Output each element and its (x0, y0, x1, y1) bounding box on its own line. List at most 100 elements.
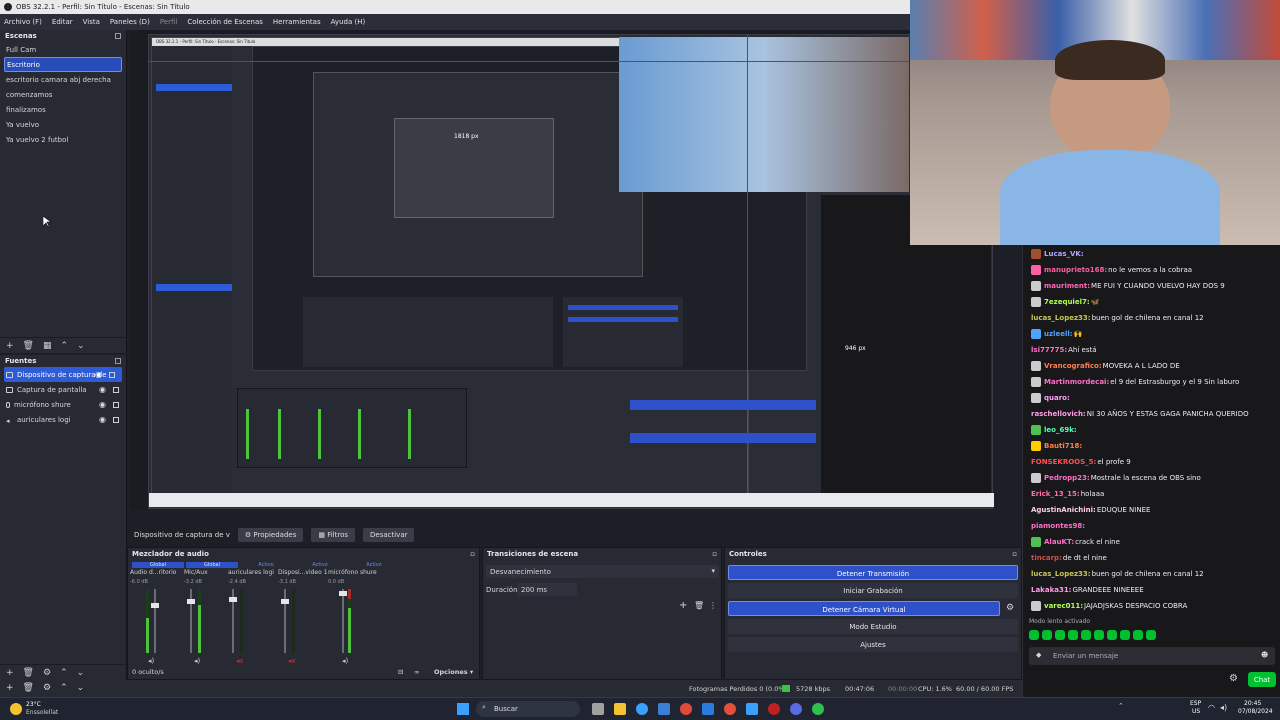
remove-scene-icon[interactable]: 🗑 (23, 341, 34, 351)
tab-active[interactable]: Activo (294, 562, 346, 568)
user-badge-icon[interactable] (1031, 329, 1041, 339)
stop-virtual-camera-button[interactable]: Detener Cámara Virtual (728, 601, 1000, 616)
user-badge-icon[interactable] (1031, 249, 1041, 259)
move-down-icon[interactable]: ⌄ (77, 341, 85, 351)
mixer-layout-icon[interactable]: ⊟ (398, 668, 403, 676)
remove-audio-icon[interactable]: 🗑 (23, 683, 34, 693)
settings-button[interactable]: Ajustes (728, 637, 1018, 652)
chat-username[interactable]: Lakaka31: (1031, 586, 1071, 594)
volume-slider[interactable] (339, 589, 347, 653)
chat-settings-gear-icon[interactable]: ⚙ (1229, 673, 1238, 684)
menu-coleccion[interactable]: Colección de Escenas (187, 18, 263, 30)
user-badge-icon[interactable] (1031, 297, 1041, 307)
remove-source-icon[interactable]: 🗑 (23, 668, 34, 678)
filters-button[interactable]: ▦ Filtros (311, 528, 355, 542)
chat-input[interactable]: Enviar un mensaje (1029, 647, 1275, 665)
user-badge-icon[interactable] (1031, 265, 1041, 275)
dock-undock-icon[interactable] (115, 33, 121, 39)
volume-slider[interactable] (229, 589, 237, 653)
add-scene-icon[interactable]: + (6, 341, 14, 351)
chat-username[interactable]: Pedropp23: (1044, 474, 1090, 482)
weather-sun-icon[interactable] (10, 703, 22, 715)
chat-username[interactable]: lsi77775: (1031, 346, 1067, 354)
tab-active[interactable]: Activo (240, 562, 292, 568)
volume-icon[interactable]: ◂) (1220, 703, 1227, 712)
deactivate-button[interactable]: Desactivar (363, 528, 415, 542)
visibility-eye-icon[interactable]: ◉ (95, 370, 102, 379)
user-badge-icon[interactable] (1031, 281, 1041, 291)
audio-settings-gear-icon[interactable]: ⚙ (43, 683, 51, 693)
visibility-eye-icon[interactable]: ◉ (99, 415, 106, 424)
scene-item-finalizamos[interactable]: finalizamos (0, 102, 126, 117)
tab-global[interactable]: Global (132, 562, 184, 568)
spotify-icon[interactable] (812, 703, 824, 715)
task-view-icon[interactable] (592, 703, 604, 715)
scene-item-escritorio[interactable]: Escritorio (4, 57, 122, 72)
chat-username[interactable]: Lucas_VK: (1044, 250, 1084, 258)
chat-username[interactable]: mauriment: (1044, 282, 1090, 290)
menu-ayuda[interactable]: Ayuda (H) (331, 18, 366, 30)
language-code[interactable]: ESP (1190, 700, 1201, 707)
chrome-icon[interactable] (724, 703, 736, 715)
visibility-eye-icon[interactable]: ◉ (99, 385, 106, 394)
taskbar-search[interactable]: Buscar (476, 701, 580, 717)
add-source-icon[interactable]: + (6, 668, 14, 678)
chat-username[interactable]: lucas_Lopez33: (1031, 570, 1091, 578)
chat-username[interactable]: Vrancografico: (1044, 362, 1102, 370)
mute-speaker-icon[interactable]: ◂x (288, 657, 296, 665)
user-badge-icon[interactable] (1031, 441, 1041, 451)
slider-knob[interactable] (187, 599, 195, 604)
properties-button[interactable]: ⚙ Propiedades (237, 528, 304, 542)
emote-icon[interactable] (1081, 630, 1091, 640)
add-audio-icon[interactable]: + (6, 683, 14, 693)
chat-username[interactable]: quaro: (1044, 394, 1070, 402)
volume-slider[interactable] (187, 589, 195, 653)
source-item-mic-shure[interactable]: micrófono shure ◉ (0, 397, 126, 412)
chat-username[interactable]: AlauKT: (1044, 538, 1074, 546)
edge-icon[interactable] (636, 703, 648, 715)
chat-username[interactable]: AgustinAnichini: (1031, 506, 1096, 514)
wifi-icon[interactable]: ◠ (1208, 703, 1215, 712)
scene-item-full-cam[interactable]: Full Cam (0, 42, 126, 57)
source-item-capture-device[interactable]: Dispositivo de captura de ◉ (4, 367, 122, 382)
stop-stream-button[interactable]: Detener Transmisión (728, 565, 1018, 580)
preview-canvas[interactable]: OBS 32.2.1 - Perfil: Sin Título - Escena… (148, 34, 994, 509)
move-up-icon[interactable]: ⌃ (60, 683, 68, 693)
emote-icon[interactable] (1107, 630, 1117, 640)
duration-input[interactable]: 200 ms (517, 583, 577, 596)
outlook-icon[interactable] (702, 703, 714, 715)
lock-icon[interactable] (113, 386, 119, 393)
slider-knob[interactable] (339, 591, 347, 596)
mute-speaker-icon[interactable]: ◂x (236, 657, 244, 665)
bits-icon[interactable]: ◆ (1036, 651, 1041, 659)
mixer-options-button[interactable]: Opciones ▾ (434, 668, 473, 676)
user-badge-icon[interactable] (1031, 393, 1041, 403)
user-badge-icon[interactable] (1031, 473, 1041, 483)
capcut-icon[interactable] (768, 703, 780, 715)
transition-select[interactable]: Desvanecimiento ▾ (486, 565, 719, 578)
menu-editar[interactable]: Editar (52, 18, 73, 30)
scene-item-comenzamos[interactable]: comenzamos (0, 87, 126, 102)
emote-icon[interactable] (1120, 630, 1130, 640)
emote-icon[interactable] (1042, 630, 1052, 640)
mixer-link-icon[interactable]: ∞ (414, 668, 419, 676)
chat-username[interactable]: 7ezequiel7: (1044, 298, 1090, 306)
menu-paneles[interactable]: Paneles (D) (110, 18, 150, 30)
mute-speaker-icon[interactable]: ◂) (342, 657, 348, 665)
studio-mode-button[interactable]: Modo Estudio (728, 619, 1018, 634)
user-badge-icon[interactable] (1031, 601, 1041, 611)
file-explorer-icon[interactable] (614, 703, 626, 715)
emote-picker-icon[interactable]: ☻ (1261, 651, 1268, 659)
chat-username[interactable]: tincarp: (1031, 554, 1062, 562)
chat-username[interactable]: manuprieto168: (1044, 266, 1107, 274)
source-item-auriculares[interactable]: ◂ auriculares logi ◉ (0, 412, 126, 427)
remove-transition-icon[interactable]: 🗑 (694, 601, 704, 610)
chat-username[interactable]: Martinmordecai: (1044, 378, 1109, 386)
chat-username[interactable]: piamontes98: (1031, 522, 1085, 530)
chat-username[interactable]: Erick_13_15: (1031, 490, 1080, 498)
source-settings-icon[interactable]: ⚙ (43, 668, 51, 678)
scene-item-ya-vuelvo[interactable]: Ya vuelvo (0, 117, 126, 132)
user-badge-icon[interactable] (1031, 377, 1041, 387)
move-up-icon[interactable]: ⌃ (61, 341, 69, 351)
scene-item-ya-vuelvo-2[interactable]: Ya vuelvo 2 futbol (0, 132, 126, 147)
